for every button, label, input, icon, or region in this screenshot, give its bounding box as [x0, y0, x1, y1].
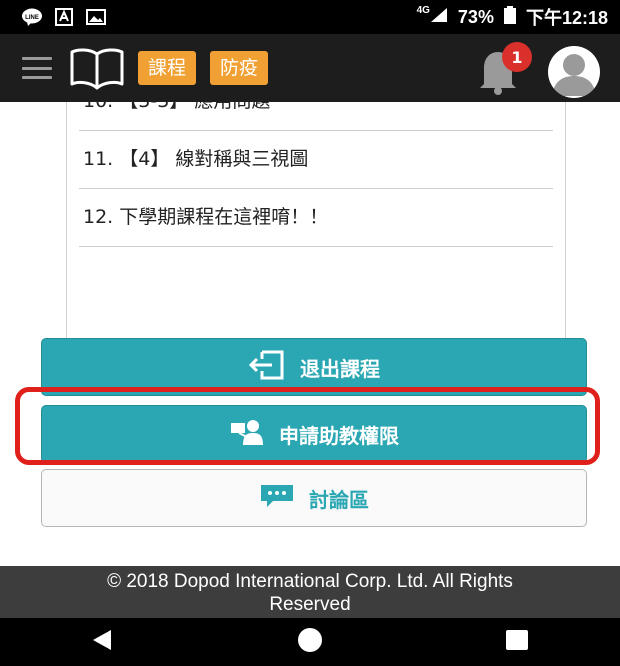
book-logo-icon[interactable] [68, 46, 126, 90]
signal-icon [430, 7, 448, 28]
copyright-footer: © 2018 Dopod International Corp. Ltd. Al… [0, 566, 620, 618]
battery-percent: 73% [457, 6, 494, 27]
network-type: 4G [416, 4, 430, 16]
a-notification-icon [54, 7, 74, 27]
clock: 下午12:18 [525, 8, 608, 28]
discussion-label: 討論區 [309, 487, 369, 512]
course-list-item[interactable]: 10. 【3-3】 應用問題 [79, 102, 553, 131]
app-navbar: 課程 防疫 1 [0, 34, 620, 102]
status-bar: LINE 4G 73% 下午12:18 [0, 0, 620, 34]
chat-bubble-icon [259, 483, 295, 514]
hamburger-menu-icon[interactable] [22, 57, 52, 79]
svg-text:LINE: LINE [25, 15, 39, 21]
image-notification-icon [86, 7, 106, 27]
copyright-line-1: © 2018 Dopod International Corp. Ltd. Al… [107, 571, 513, 592]
epidemic-tag[interactable]: 防疫 [210, 51, 269, 85]
course-list-item[interactable]: 11. 【4】 線對稱與三視圖 [79, 130, 553, 189]
course-tag[interactable]: 課程 [138, 51, 197, 85]
user-avatar-icon[interactable] [548, 46, 600, 98]
highlight-annotation [15, 387, 600, 465]
line-app-icon: LINE [22, 7, 42, 27]
system-navigation-bar [0, 618, 620, 666]
course-list-panel: 10. 【3-3】 應用問題 11. 【4】 線對稱與三視圖 12. 下學期課程… [66, 102, 566, 377]
back-icon[interactable] [91, 628, 115, 656]
exit-icon [248, 350, 286, 385]
exit-course-label: 退出課程 [300, 356, 380, 381]
battery-icon [503, 5, 516, 29]
discussion-button[interactable]: 討論區 [41, 469, 587, 527]
main-content: 10. 【3-3】 應用問題 11. 【4】 線對稱與三視圖 12. 下學期課程… [0, 102, 620, 566]
recents-icon[interactable] [505, 629, 529, 655]
copyright-line-2: Reserved [269, 594, 351, 615]
course-list-item[interactable]: 12. 下學期課程在這裡唷！！ [79, 188, 553, 247]
home-icon[interactable] [297, 627, 323, 657]
notification-badge: 1 [502, 42, 532, 72]
